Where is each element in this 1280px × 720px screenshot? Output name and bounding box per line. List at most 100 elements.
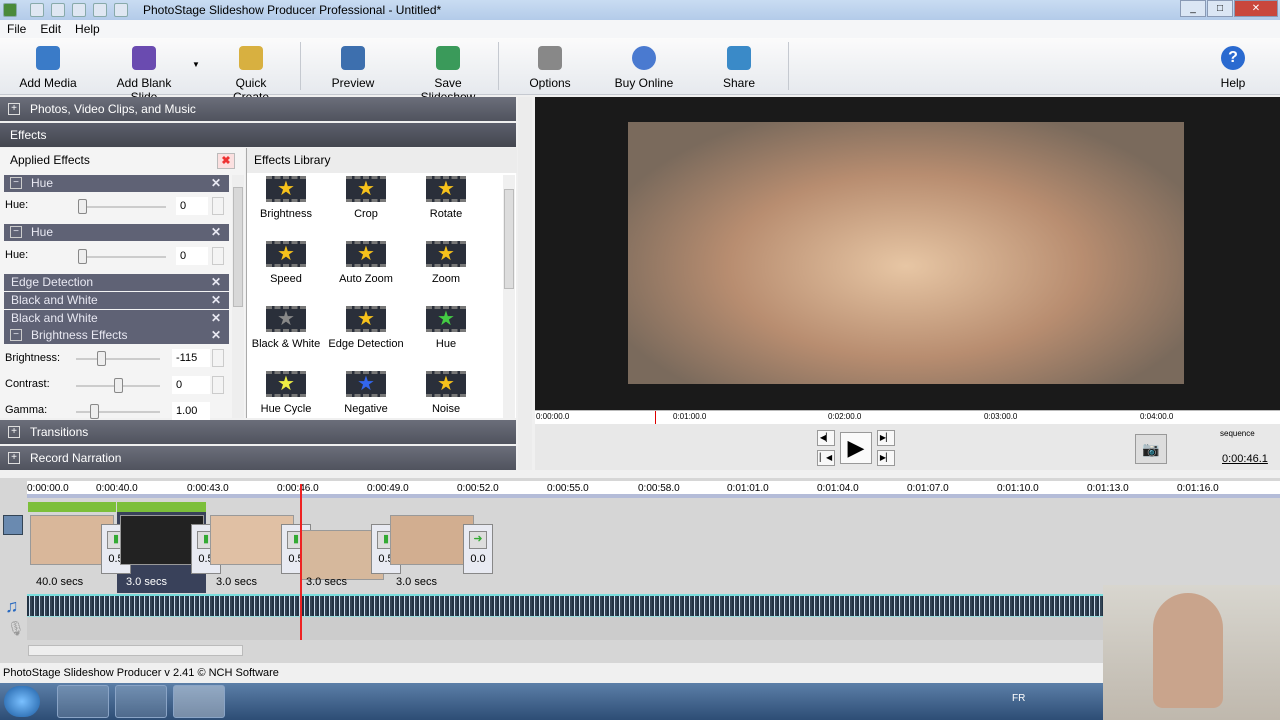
- buy-online-button[interactable]: Buy Online: [612, 42, 676, 90]
- snapshot-camera-button[interactable]: 📷: [1135, 434, 1167, 464]
- close-button[interactable]: ✕: [1234, 0, 1278, 17]
- language-indicator[interactable]: FR: [1012, 693, 1025, 704]
- timeline-playhead[interactable]: [300, 484, 302, 640]
- share-button[interactable]: Share: [718, 42, 760, 90]
- hue-value-input[interactable]: 0: [176, 197, 208, 215]
- effect-library-item[interactable]: ★ Negative: [326, 371, 406, 415]
- taskbar-photostage[interactable]: [173, 685, 225, 718]
- effect-thumbnail-icon: ★: [266, 371, 306, 397]
- preview-button[interactable]: Preview: [326, 42, 380, 90]
- save-icon[interactable]: [72, 3, 86, 17]
- hue-slider[interactable]: [78, 249, 166, 264]
- transition-block[interactable]: ➜ 0.0: [463, 524, 493, 574]
- remove-effect-icon[interactable]: ✕: [211, 224, 221, 241]
- contrast-input[interactable]: 0: [172, 376, 210, 394]
- effect-library-item[interactable]: ★ Brightness: [246, 176, 326, 220]
- minimize-button[interactable]: _: [1180, 0, 1206, 17]
- gamma-input[interactable]: 1.00: [172, 402, 210, 420]
- remove-effect-icon[interactable]: ✕: [211, 327, 221, 344]
- effect-library-item[interactable]: ★ Hue Cycle: [246, 371, 326, 415]
- remove-effect-icon[interactable]: ✕: [211, 310, 221, 327]
- remove-all-effects-button[interactable]: ✖: [217, 153, 235, 169]
- add-blank-slide-button[interactable]: Add Blank Slide: [102, 42, 186, 104]
- timeline-scrollbar[interactable]: [28, 645, 243, 656]
- effect-library-item[interactable]: ★ Rotate: [406, 176, 486, 220]
- brightness-spinner[interactable]: [212, 349, 224, 367]
- narration-panel-header[interactable]: + Record Narration: [0, 446, 516, 470]
- help-button[interactable]: ? Help: [1214, 42, 1252, 90]
- effect-label: Hue Cycle: [260, 403, 312, 415]
- applied-effects-scrollbar[interactable]: [232, 175, 244, 418]
- effects-library-title: Effects Library: [247, 148, 517, 173]
- menu-edit[interactable]: Edit: [33, 20, 68, 38]
- window-title: PhotoStage Slideshow Producer Profession…: [143, 3, 442, 17]
- effect-hue-2[interactable]: − Hue ✕: [4, 224, 229, 241]
- contrast-spinner[interactable]: [212, 376, 224, 394]
- redo-icon[interactable]: [114, 3, 128, 17]
- hue-value-input[interactable]: 0: [176, 247, 208, 265]
- add-blank-slide-dropdown[interactable]: ▼: [192, 60, 200, 69]
- go-to-end-icon[interactable]: ▶▏: [877, 450, 895, 466]
- effect-library-item[interactable]: ★ Speed: [246, 241, 326, 285]
- options-button[interactable]: Options: [524, 42, 576, 90]
- undo-icon[interactable]: [93, 3, 107, 17]
- taskbar-app[interactable]: [115, 685, 167, 718]
- left-panel-scrollbar[interactable]: [518, 97, 532, 470]
- menu-file[interactable]: File: [0, 20, 33, 38]
- photos-panel-header[interactable]: + Photos, Video Clips, and Music: [0, 97, 516, 121]
- effect-library-item[interactable]: ★ Edge Detection: [326, 306, 406, 350]
- effect-black-and-white-1[interactable]: Black and White ✕: [4, 292, 229, 309]
- slide-duration[interactable]: 3.0 secs: [396, 576, 437, 588]
- start-button[interactable]: [4, 686, 40, 717]
- transitions-panel-header[interactable]: + Transitions: [0, 420, 516, 444]
- preview-playhead[interactable]: [655, 411, 656, 425]
- preview-time-ruler[interactable]: 0:00:00.0 0:01:00.0 0:02:00.0 0:03:00.0 …: [535, 410, 1280, 425]
- slide-thumbnail[interactable]: [390, 515, 474, 565]
- taskbar-chrome[interactable]: [57, 685, 109, 718]
- brightness-slider[interactable]: [76, 351, 160, 366]
- hue-spinner[interactable]: [212, 247, 224, 265]
- effect-library-item[interactable]: ★ Black & White: [246, 306, 326, 350]
- effect-edge-detection[interactable]: Edge Detection ✕: [4, 274, 229, 291]
- quick-create-button[interactable]: Quick Create: [216, 42, 286, 104]
- timeline-ruler-label: 0:01:13.0: [1087, 483, 1129, 494]
- effect-label: Brightness: [260, 208, 312, 220]
- effect-library-item[interactable]: ★ Auto Zoom: [326, 241, 406, 285]
- brightness-input[interactable]: -115: [172, 349, 210, 367]
- effect-black-and-white-2[interactable]: Black and White ✕: [4, 310, 229, 327]
- effect-library-item[interactable]: ★ Crop: [326, 176, 406, 220]
- effect-library-item[interactable]: ★ Zoom: [406, 241, 486, 285]
- hue-spinner[interactable]: [212, 197, 224, 215]
- remove-effect-icon[interactable]: ✕: [211, 175, 221, 192]
- gamma-slider[interactable]: [76, 404, 160, 419]
- library-scrollbar[interactable]: [503, 175, 515, 418]
- timeline-ruler[interactable]: 0:00:00.0 0:00:40.0 0:00:43.0 0:00:46.0 0:00…: [27, 481, 1280, 498]
- new-icon[interactable]: [30, 3, 44, 17]
- go-to-start-icon[interactable]: ▏◀: [817, 450, 835, 466]
- slide-duration[interactable]: 3.0 secs: [306, 576, 347, 588]
- open-icon[interactable]: [51, 3, 65, 17]
- remove-effect-icon[interactable]: ✕: [211, 292, 221, 309]
- collapse-icon: −: [10, 177, 22, 189]
- slide-duration[interactable]: 3.0 secs: [126, 576, 167, 588]
- contrast-slider[interactable]: [76, 378, 160, 393]
- step-forward-icon[interactable]: ▶▏: [877, 430, 895, 446]
- effect-library-item[interactable]: ★ Noise: [406, 371, 486, 415]
- effect-brightness[interactable]: − Brightness Effects ✕: [4, 327, 229, 344]
- remove-effect-icon[interactable]: ✕: [211, 274, 221, 291]
- slide-duration[interactable]: 40.0 secs: [36, 576, 83, 588]
- effect-hue-1[interactable]: − Hue ✕: [4, 175, 229, 192]
- slide-duration[interactable]: 3.0 secs: [216, 576, 257, 588]
- hue-slider[interactable]: [78, 199, 166, 214]
- menu-help[interactable]: Help: [68, 20, 107, 38]
- step-back-icon[interactable]: ◀▏: [817, 430, 835, 446]
- effect-library-item[interactable]: ★ Hue: [406, 306, 486, 350]
- play-button[interactable]: ▶: [840, 432, 872, 464]
- add-media-button[interactable]: Add Media: [18, 42, 78, 90]
- audio-waveform[interactable]: [27, 594, 1103, 616]
- maximize-button[interactable]: □: [1207, 0, 1233, 17]
- timeline-ruler-label: 0:01:07.0: [907, 483, 949, 494]
- save-slideshow-button[interactable]: Save Slideshow: [406, 42, 490, 104]
- add-media-icon: [36, 46, 60, 70]
- help-icon: ?: [1221, 46, 1245, 70]
